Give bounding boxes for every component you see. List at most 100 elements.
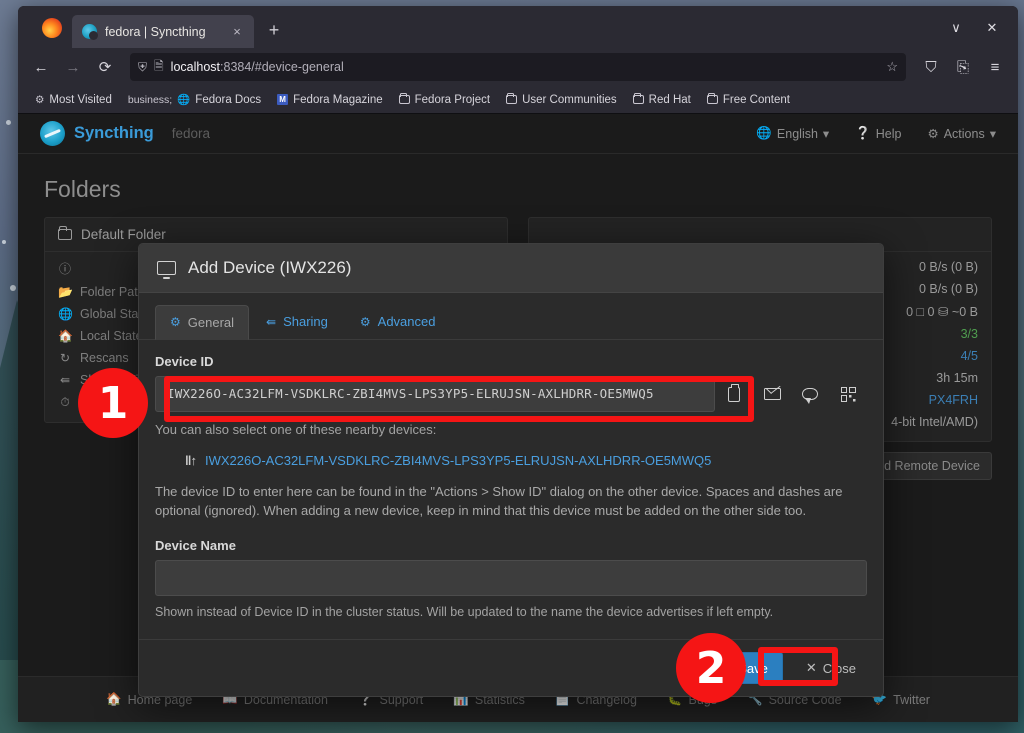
folder-icon: [398, 92, 410, 104]
dialog-title: Add Device (IWX226): [188, 258, 352, 277]
add-remote-device-button[interactable]: dd Remote Device: [865, 452, 992, 480]
back-button[interactable]: ←: [26, 53, 56, 81]
status-row-value: 3h 15m: [936, 371, 978, 385]
bookmark-red-hat[interactable]: Red Hat: [628, 91, 696, 109]
browser-tab[interactable]: fedora | Syncthing ×: [72, 15, 254, 48]
bookmark-label: Most Visited: [49, 93, 112, 106]
sliders-icon: ⚙: [359, 314, 371, 329]
address-bar[interactable]: ⛨ 🗎 localhost:8384/#device-general ☆: [130, 53, 906, 81]
browser-tab-title: fedora | Syncthing: [105, 24, 206, 39]
wallpaper-snow-dot: [2, 240, 6, 244]
question-icon: ❔: [855, 126, 871, 140]
toolbar-right-buttons: ⛉ ⎘ ≡: [916, 53, 1010, 81]
save-to-pocket-icon[interactable]: ⎘: [948, 53, 978, 81]
device-discovery-icon: ‖↑: [185, 453, 197, 468]
browser-window: fedora | Syncthing × + ∨ ✕ ← → ⟳ ⛨ 🗎 loc…: [18, 6, 1018, 722]
nearby-device-link[interactable]: IWX226O-AC32LFM-VSDKLRC-ZBI4MVS-LPS3YP5-…: [205, 453, 711, 468]
address-bar-text: localhost:8384/#device-general: [171, 60, 880, 74]
chevron-down-icon: ▾: [989, 127, 996, 141]
info-icon: ⓘ: [58, 262, 71, 276]
bookmark-label: Red Hat: [648, 93, 691, 106]
folder-icon: [632, 92, 644, 104]
tab-general[interactable]: ⚙ General: [155, 305, 250, 340]
nav-item-actions[interactable]: ⚙ Actions ▾: [927, 126, 997, 142]
folder-row-label: Local State: [80, 329, 143, 343]
status-row-value: 4-bit Intel/AMD): [891, 415, 978, 429]
tab-sharing[interactable]: ⇚ Sharing: [251, 305, 343, 339]
window-list-button[interactable]: ∨: [940, 14, 972, 42]
nav-item-label: English: [776, 126, 818, 141]
new-tab-button[interactable]: +: [260, 17, 288, 45]
device-name-input[interactable]: [155, 560, 867, 597]
folder-icon: [58, 226, 72, 240]
folder-row-label: Folder Path: [80, 285, 145, 299]
status-row-value: 3/3: [960, 327, 978, 341]
close-button[interactable]: ✕ Close: [795, 652, 867, 684]
qr-code-icon[interactable]: [829, 376, 867, 412]
syncthing-brand-label: Syncthing: [74, 124, 154, 142]
bookmark-fedora-magazine[interactable]: Fedora Magazine: [272, 91, 388, 109]
window-controls: ∨ ✕: [940, 14, 1008, 42]
syncthing-logo-icon: [40, 121, 65, 146]
app-menu-button[interactable]: ≡: [980, 53, 1010, 81]
nearby-devices-hint: You can also select one of these nearby …: [155, 422, 437, 437]
add-device-dialog: Add Device (IWX226) ⚙ General ⇚ Sharing …: [138, 243, 884, 698]
chat-icon[interactable]: [791, 376, 829, 412]
monitor-icon: [157, 261, 176, 279]
reload-button[interactable]: ⟳: [90, 53, 120, 81]
footer-link-label: Twitter: [893, 692, 930, 707]
device-name-label: Device Name: [155, 538, 236, 554]
globe-icon: 🌐: [756, 126, 772, 140]
syncthing-brand[interactable]: Syncthing: [40, 121, 154, 146]
step-badge-two: 2: [676, 633, 746, 703]
syncthing-page: Syncthing fedora 🌐 English ▾ ❔ Help ⚙ Ac…: [18, 114, 1018, 722]
email-icon[interactable]: [753, 376, 791, 412]
nearby-device-row[interactable]: ‖↑ IWX226O-AC32LFM-VSDKLRC-ZBI4MVS-LPS3Y…: [155, 453, 867, 468]
bookmark-label: Fedora Magazine: [293, 93, 383, 106]
browser-tab-strip: fedora | Syncthing × + ∨ ✕: [18, 6, 1018, 48]
syncthing-hostname: fedora: [171, 126, 211, 141]
magazine-favicon-icon: [277, 94, 289, 105]
browser-toolbar: ← → ⟳ ⛨ 🗎 localhost:8384/#device-general…: [18, 48, 1018, 86]
wallpaper-snow-dot: [6, 120, 11, 125]
bookmark-fedora-docs[interactable]: business; 🌐 Fedora Docs: [123, 90, 266, 109]
status-heading: [528, 176, 992, 203]
gear-icon: ⚙: [927, 127, 939, 141]
device-id-input[interactable]: IWX226O-AC32LFM-VSDKLRC-ZBI4MVS-LPS3YP5-…: [155, 376, 715, 412]
syncthing-navbar: Syncthing fedora 🌐 English ▾ ❔ Help ⚙ Ac…: [18, 114, 1018, 154]
device-id-actions: [715, 376, 867, 412]
nav-item-help[interactable]: ❔ Help: [855, 126, 901, 141]
status-row-value: 0 B/s (0 B): [918, 282, 978, 296]
refresh-icon: ↻: [59, 351, 71, 365]
clock-icon: ⏱: [60, 395, 70, 409]
page-info-icon[interactable]: 🗎: [154, 57, 164, 78]
bookmark-label: Fedora Docs: [195, 93, 262, 106]
shield-icon[interactable]: ⛨: [138, 60, 147, 75]
bookmark-user-communities[interactable]: User Communities: [501, 91, 622, 109]
tab-advanced[interactable]: ⚙ Advanced: [345, 305, 451, 339]
bookmark-star-icon[interactable]: ☆: [886, 59, 898, 75]
folders-heading: Folders: [44, 176, 121, 202]
folder-row-label: Rescans: [80, 351, 129, 365]
firefox-logo-icon: [42, 18, 62, 38]
bookmark-fedora-project[interactable]: Fedora Project: [394, 91, 495, 109]
tab-close-icon[interactable]: ×: [228, 23, 246, 41]
copy-to-clipboard-icon[interactable]: [715, 376, 753, 412]
url-path: :8384/#device-general: [220, 60, 344, 74]
close-button-label: Close: [822, 660, 856, 676]
forward-button[interactable]: →: [58, 53, 88, 81]
status-row-value: PX4FRH: [928, 393, 978, 407]
home-icon: 🏠: [106, 692, 122, 706]
bookmark-most-visited[interactable]: ⚙ Most Visited: [30, 91, 117, 109]
tracking-protection-icon[interactable]: ⛉: [916, 53, 946, 81]
gear-icon: ⚙: [170, 315, 181, 329]
url-host: localhost: [170, 60, 221, 74]
device-id-help-text: The device ID to enter here can be found…: [155, 484, 843, 519]
dialog-footer: ✔ Save ✕ Close: [139, 639, 883, 696]
tab-label: Advanced: [377, 314, 436, 329]
nav-item-english[interactable]: 🌐 English ▾: [756, 126, 829, 141]
bookmark-free-content[interactable]: Free Content: [702, 91, 795, 109]
close-window-button[interactable]: ✕: [976, 14, 1008, 42]
folder-open-icon: 📂: [58, 285, 73, 299]
dialog-tabs: ⚙ General ⇚ Sharing ⚙ Advanced: [139, 293, 883, 340]
